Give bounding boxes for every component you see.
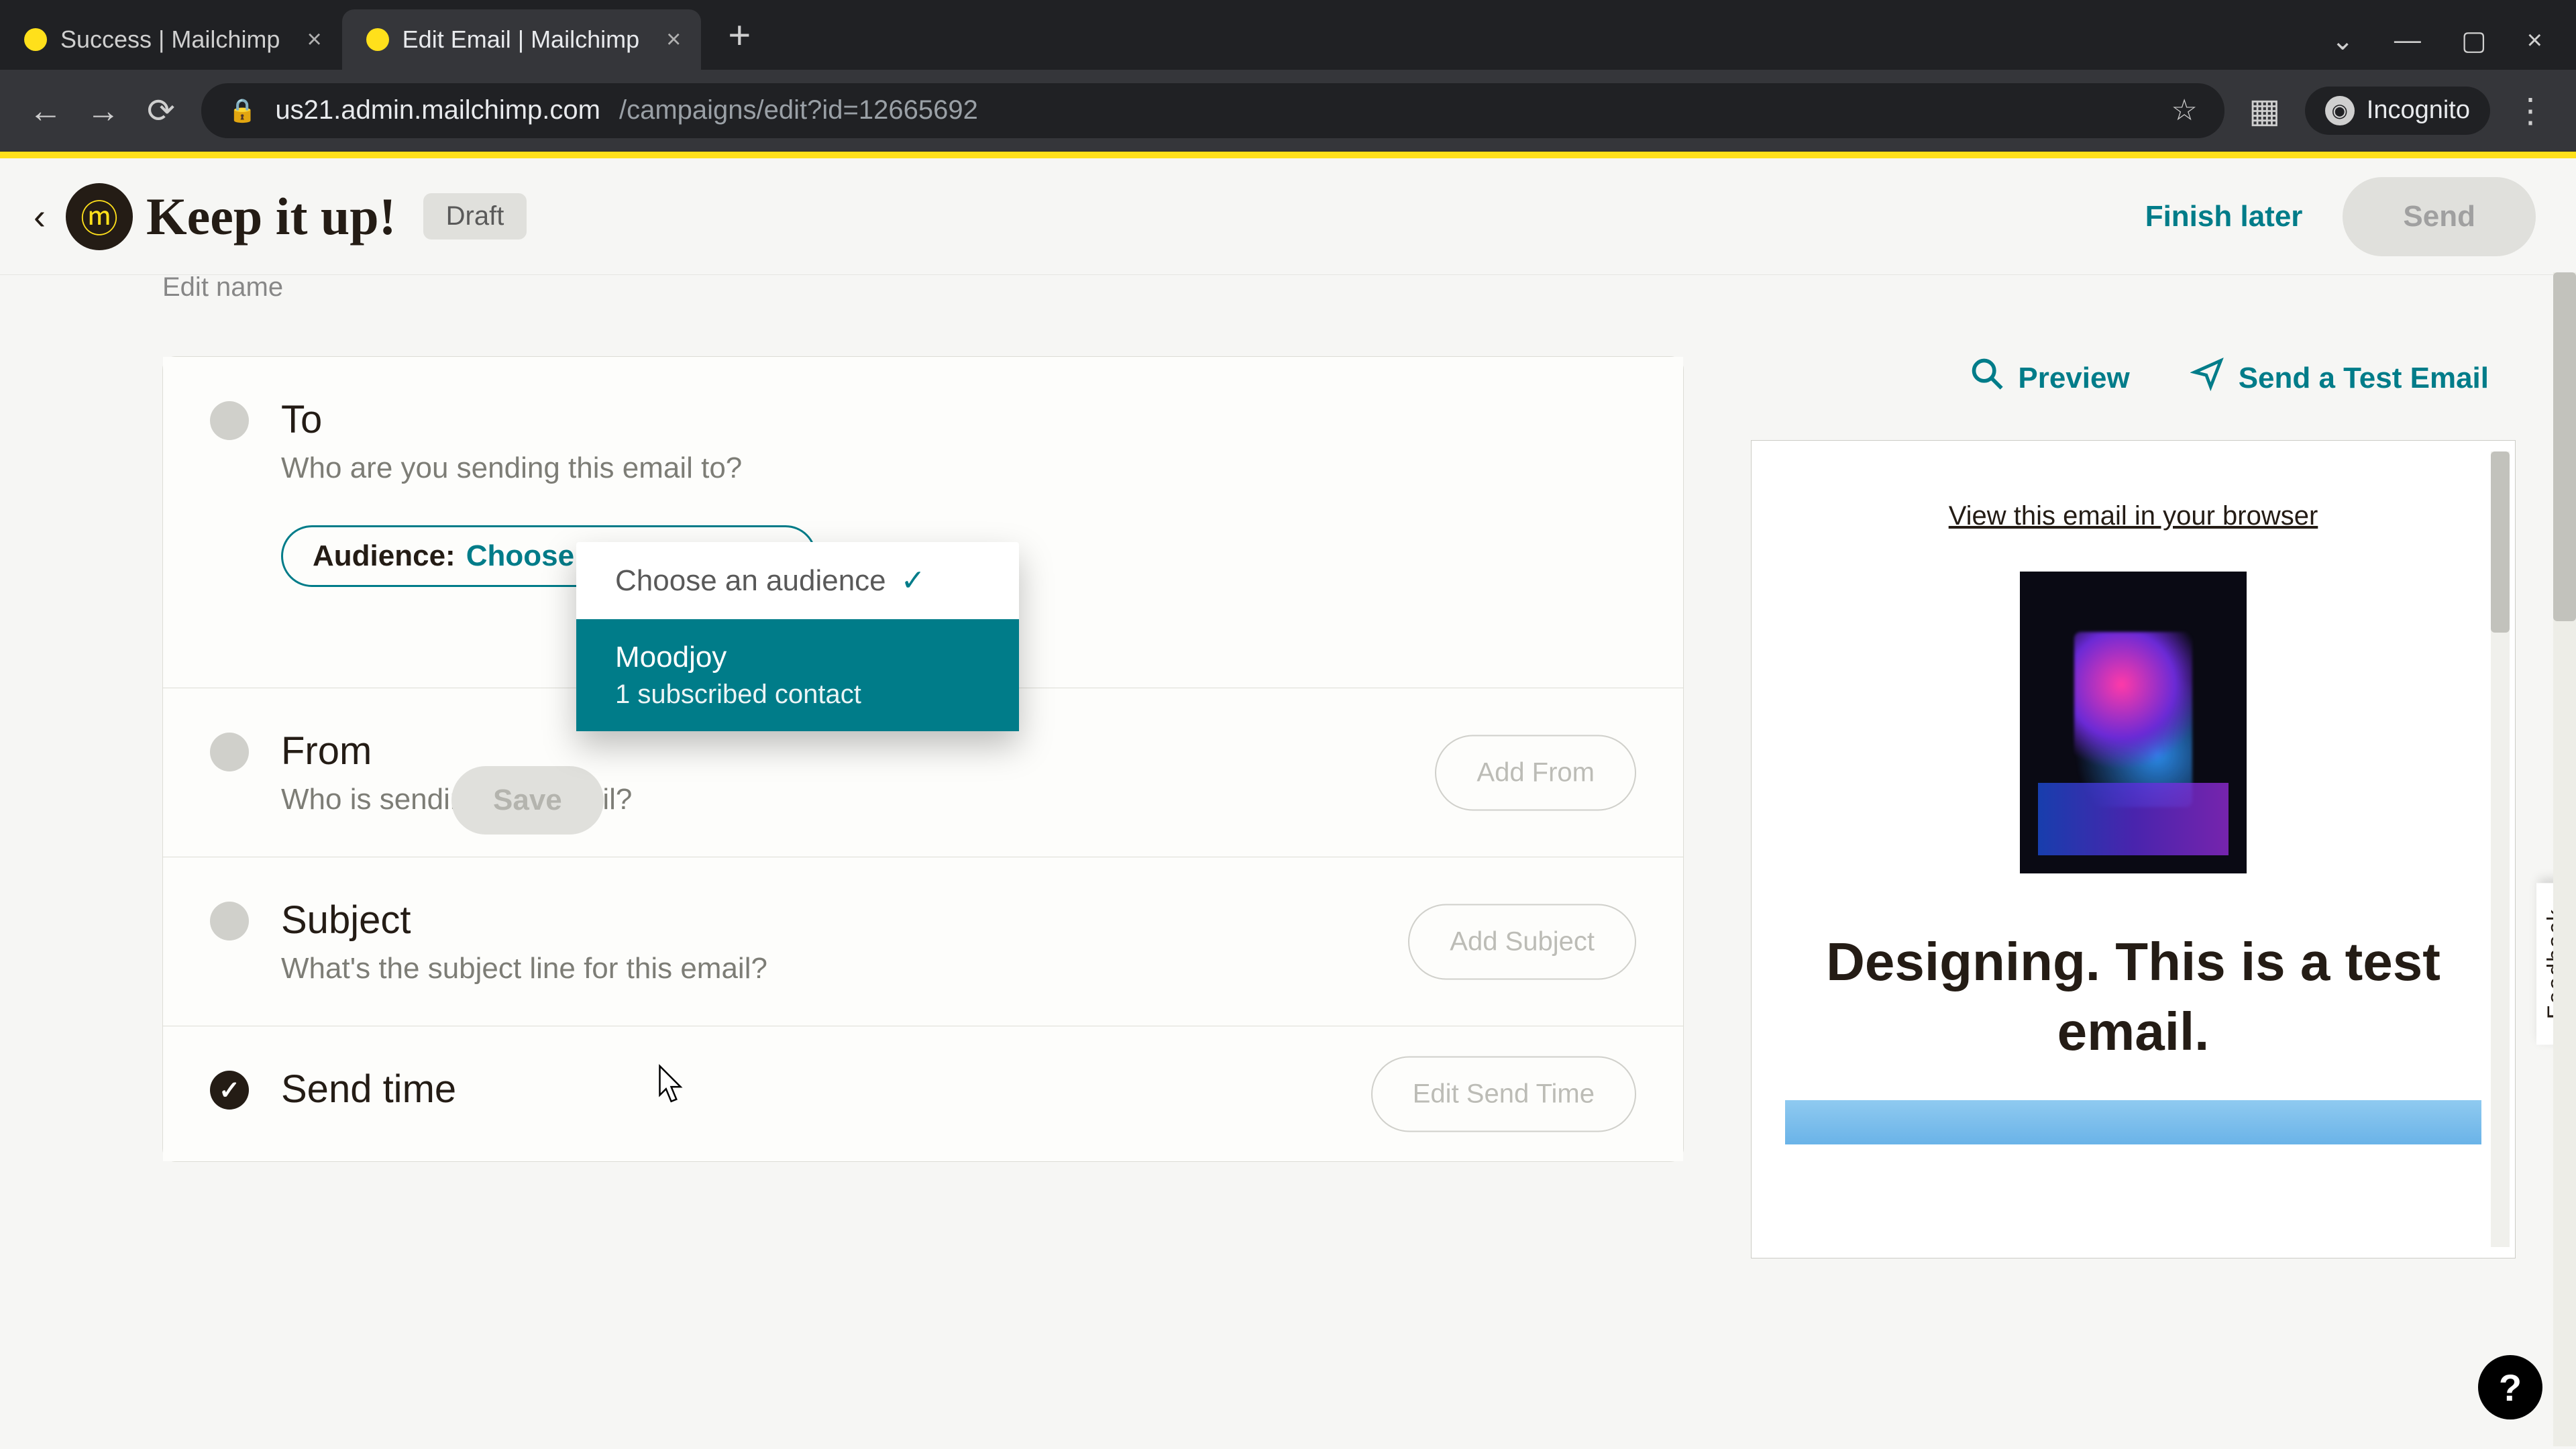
editor-column: To Who are you sending this email to? Au… [0, 356, 1751, 1258]
mailchimp-favicon [24, 28, 47, 51]
dropdown-placeholder-label: Choose an audience [615, 564, 886, 598]
tab-title: Success | Mailchimp [60, 25, 280, 54]
lock-icon: 🔒 [228, 97, 256, 124]
cursor-pointer-icon [653, 1064, 688, 1106]
edit-name-link[interactable]: Edit name [162, 272, 2576, 303]
email-feature-image [1785, 1100, 2481, 1144]
status-dot-incomplete [210, 902, 249, 941]
address-bar[interactable]: 🔒 us21.admin.mailchimp.com/campaigns/edi… [201, 83, 2224, 138]
add-subject-button[interactable]: Add Subject [1408, 904, 1636, 979]
status-dot-incomplete [210, 733, 249, 771]
help-button[interactable]: ? [2478, 1355, 2542, 1419]
close-icon[interactable]: × [666, 25, 681, 54]
incognito-badge[interactable]: ◉ Incognito [2305, 87, 2490, 135]
card-subject: Subject What's the subject line for this… [163, 857, 1683, 1026]
email-hero-image [2020, 572, 2247, 873]
card-subtitle: Who are you sending this email to? [281, 451, 1636, 485]
close-window-icon[interactable]: × [2527, 25, 2542, 56]
card-send-time: Send time Edit Send Time [163, 1026, 1683, 1161]
campaign-title[interactable]: Keep it up! [146, 186, 396, 247]
chevron-down-icon[interactable]: ⌄ [2331, 25, 2354, 56]
url-domain: us21.admin.mailchimp.com [275, 95, 600, 125]
mailchimp-logo[interactable]: ⓜ [66, 183, 133, 250]
incognito-label: Incognito [2367, 96, 2470, 125]
card-to: To Who are you sending this email to? Au… [163, 357, 1683, 688]
accent-strip [0, 152, 2576, 158]
send-test-label: Send a Test Email [2239, 362, 2489, 395]
save-button[interactable]: Save [451, 766, 604, 835]
dropdown-placeholder[interactable]: Choose an audience ✓ [576, 542, 1019, 619]
paper-plane-icon [2190, 356, 2225, 400]
status-dot-complete [210, 1071, 249, 1110]
edit-send-time-button[interactable]: Edit Send Time [1371, 1056, 1636, 1132]
send-button[interactable]: Send [2343, 177, 2536, 256]
audience-label: Audience: [313, 539, 455, 573]
back-icon[interactable]: ← [28, 91, 63, 130]
extensions-icon[interactable]: ▦ [2247, 91, 2282, 130]
add-from-button[interactable]: Add From [1435, 735, 1636, 810]
finish-later-link[interactable]: Finish later [2145, 200, 2303, 233]
email-preview-frame: View this email in your browser Designin… [1751, 440, 2516, 1258]
close-icon[interactable]: × [307, 25, 321, 54]
preview-column: Preview Send a Test Email View this emai… [1751, 356, 2576, 1258]
dropdown-option-name: Moodjoy [615, 641, 980, 674]
back-chevron-icon[interactable]: ‹ [20, 196, 59, 237]
tab-title: Edit Email | Mailchimp [402, 25, 639, 54]
incognito-icon: ◉ [2325, 96, 2355, 125]
dropdown-option-sub: 1 subscribed contact [615, 680, 980, 710]
card-stack: To Who are you sending this email to? Au… [162, 356, 1684, 1162]
main-area: Edit name To Who are you sending this em… [0, 272, 2576, 1446]
window-controls: ⌄ — ▢ × [2331, 25, 2576, 70]
check-icon: ✓ [901, 564, 926, 598]
search-icon [1970, 356, 2004, 400]
view-in-browser-link[interactable]: View this email in your browser [1949, 501, 2318, 531]
maximize-icon[interactable]: ▢ [2461, 25, 2487, 56]
app-header: ‹ ⓜ Keep it up! Draft Finish later Send [0, 158, 2576, 275]
forward-icon[interactable]: → [86, 91, 121, 130]
url-path: /campaigns/edit?id=12665692 [619, 95, 978, 125]
preview-link[interactable]: Preview [1970, 356, 2129, 400]
bookmark-star-icon[interactable]: ☆ [2171, 93, 2197, 127]
audience-dropdown: Choose an audience ✓ Moodjoy 1 subscribe… [576, 542, 1019, 731]
dropdown-option-moodjoy[interactable]: Moodjoy 1 subscribed contact [576, 619, 1019, 731]
preview-label: Preview [2018, 362, 2129, 395]
card-title: To [281, 397, 1636, 442]
reload-icon[interactable]: ⟳ [144, 91, 178, 130]
status-dot-incomplete [210, 401, 249, 440]
mailchimp-favicon [366, 28, 389, 51]
browser-toolbar: ← → ⟳ 🔒 us21.admin.mailchimp.com/campaig… [0, 70, 2576, 152]
scrollbar-thumb[interactable] [2491, 451, 2510, 633]
tab-edit-email[interactable]: Edit Email | Mailchimp × [342, 9, 702, 70]
send-test-email-link[interactable]: Send a Test Email [2190, 356, 2489, 400]
kebab-menu-icon[interactable]: ⋮ [2513, 91, 2548, 130]
minimize-icon[interactable]: — [2394, 25, 2421, 56]
new-tab-button[interactable]: + [701, 13, 777, 58]
browser-tab-strip: Success | Mailchimp × Edit Email | Mailc… [0, 0, 2576, 70]
status-badge: Draft [423, 193, 527, 239]
tab-success[interactable]: Success | Mailchimp × [0, 9, 342, 70]
email-heading: Designing. This is a test email. [1785, 927, 2481, 1067]
page-scrollbar-thumb[interactable] [2553, 272, 2576, 621]
